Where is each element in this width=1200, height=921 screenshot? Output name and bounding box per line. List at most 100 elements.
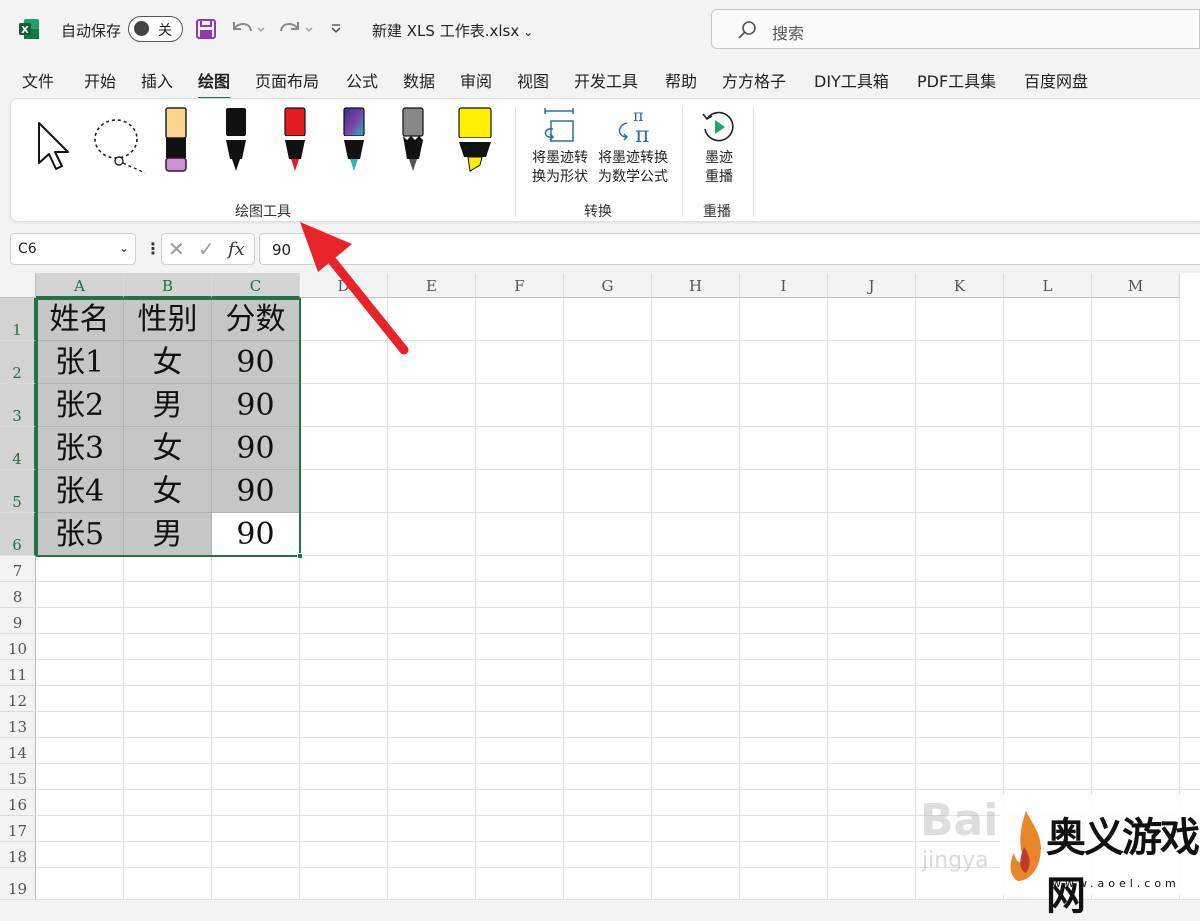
column-header[interactable]: B — [124, 273, 212, 298]
name-box[interactable]: C6 ⌄ — [10, 233, 136, 265]
row-header[interactable]: 12 — [0, 686, 36, 712]
data-cell[interactable]: 张3 — [36, 427, 124, 470]
column-header[interactable]: L — [1004, 273, 1092, 298]
row-header[interactable]: 17 — [0, 816, 36, 842]
grid-line — [36, 789, 1200, 790]
tab-data[interactable]: 数据 — [403, 68, 435, 92]
row-header[interactable]: 18 — [0, 842, 36, 868]
tab-home[interactable]: 开始 — [84, 68, 116, 92]
row-header[interactable]: 13 — [0, 712, 36, 738]
more-options-icon[interactable]: ⋮ — [145, 239, 161, 258]
fill-handle[interactable] — [297, 553, 303, 559]
data-cell[interactable]: 90 — [212, 470, 300, 513]
insert-function-icon[interactable]: fx — [228, 239, 245, 260]
row-header[interactable]: 9 — [0, 608, 36, 634]
eraser-icon[interactable] — [161, 107, 191, 175]
ribbon-tabs: 文件 开始 插入 绘图 页面布局 公式 数据 审阅 视图 开发工具 帮助 方方格… — [0, 60, 1200, 100]
column-header[interactable]: D — [300, 273, 388, 298]
tab-baidu-netdisk[interactable]: 百度网盘 — [1024, 68, 1088, 92]
row-header[interactable]: 5 — [0, 470, 36, 513]
grid-line — [915, 298, 916, 900]
cancel-icon[interactable]: ✕ — [168, 237, 185, 261]
row-header[interactable]: 6 — [0, 513, 36, 556]
row-header[interactable]: 15 — [0, 764, 36, 790]
row-header[interactable]: 19 — [0, 868, 36, 900]
document-name: 新建 XLS 工作表.xlsx — [372, 22, 520, 40]
tab-diy-toolbox[interactable]: DIY工具箱 — [814, 68, 889, 92]
data-cell[interactable]: 张4 — [36, 470, 124, 513]
tab-file[interactable]: 文件 — [22, 68, 54, 92]
data-cell[interactable]: 女 — [124, 470, 212, 513]
column-header[interactable]: F — [476, 273, 564, 298]
header-cell[interactable]: 分数 — [212, 298, 300, 341]
document-title[interactable]: 新建 XLS 工作表.xlsx ⌄ — [372, 20, 533, 41]
column-header[interactable]: C — [212, 273, 300, 298]
data-cell[interactable]: 女 — [124, 427, 212, 470]
header-cell[interactable]: 姓名 — [36, 298, 124, 341]
row-header[interactable]: 10 — [0, 634, 36, 660]
save-button[interactable] — [194, 16, 218, 42]
column-header[interactable]: H — [652, 273, 740, 298]
row-header[interactable]: 7 — [0, 556, 36, 582]
grid-line — [36, 633, 1200, 634]
row-header[interactable]: 2 — [0, 341, 36, 384]
group-label-draw-tools: 绘图工具 — [235, 204, 291, 220]
column-header[interactable]: J — [828, 273, 916, 298]
row-header[interactable]: 8 — [0, 582, 36, 608]
ink-to-math-button[interactable]: π π 将墨迹转换 为数学公式 — [593, 107, 673, 187]
ink-to-shape-button[interactable]: 将墨迹转 换为形状 — [525, 107, 591, 187]
tab-page-layout[interactable]: 页面布局 — [255, 68, 319, 92]
tab-draw[interactable]: 绘图 — [198, 68, 231, 100]
tab-insert[interactable]: 插入 — [141, 68, 173, 92]
data-cell[interactable]: 张2 — [36, 384, 124, 427]
lasso-select-icon[interactable] — [91, 117, 149, 175]
autosave-toggle[interactable]: 关 — [128, 16, 183, 42]
data-cell[interactable]: 90 — [212, 427, 300, 470]
undo-button[interactable] — [228, 16, 268, 42]
row-header[interactable]: 1 — [0, 298, 36, 341]
select-all-corner[interactable] — [0, 273, 36, 298]
column-header[interactable]: G — [564, 273, 652, 298]
row-header[interactable]: 11 — [0, 660, 36, 686]
pencil-icon[interactable] — [397, 107, 429, 175]
tab-review[interactable]: 审阅 — [460, 68, 492, 92]
ink-to-shape-label-2: 换为形状 — [532, 169, 588, 185]
row-header[interactable]: 4 — [0, 427, 36, 470]
tab-view[interactable]: 视图 — [517, 68, 549, 92]
data-cell[interactable]: 女 — [124, 341, 212, 384]
data-cell[interactable]: 男 — [124, 384, 212, 427]
active-cell[interactable]: 90 — [212, 513, 300, 556]
data-cell[interactable]: 张1 — [36, 341, 124, 384]
ink-to-math-label-2: 为数学公式 — [598, 169, 668, 185]
header-cell[interactable]: 性别 — [124, 298, 212, 341]
search-box[interactable]: 搜索 — [711, 9, 1200, 49]
row-header[interactable]: 14 — [0, 738, 36, 764]
red-pen-icon[interactable] — [279, 107, 311, 175]
ink-replay-button[interactable]: 墨迹 重播 — [691, 107, 747, 187]
tab-formulas[interactable]: 公式 — [346, 68, 378, 92]
data-cell[interactable]: 张5 — [36, 513, 124, 556]
black-pen-icon[interactable] — [220, 107, 252, 175]
customize-qat-button[interactable] — [326, 16, 346, 42]
column-header[interactable]: E — [388, 273, 476, 298]
tab-fangfang[interactable]: 方方格子 — [722, 68, 786, 92]
data-cell[interactable]: 90 — [212, 384, 300, 427]
redo-button[interactable] — [276, 16, 316, 42]
column-header[interactable]: I — [740, 273, 828, 298]
select-objects-icon[interactable] — [35, 121, 75, 173]
column-header[interactable]: A — [36, 273, 124, 298]
enter-icon[interactable]: ✓ — [198, 237, 215, 261]
row-header[interactable]: 3 — [0, 384, 36, 427]
formula-input[interactable]: 90 — [259, 233, 1200, 265]
tab-help[interactable]: 帮助 — [665, 68, 697, 92]
galaxy-pen-icon[interactable] — [338, 107, 370, 175]
highlighter-icon[interactable] — [456, 107, 494, 175]
row-header[interactable]: 16 — [0, 790, 36, 816]
column-header[interactable]: K — [916, 273, 1004, 298]
column-header[interactable]: M — [1092, 273, 1180, 298]
tab-pdf-tools[interactable]: PDF工具集 — [917, 68, 996, 92]
chevron-down-icon[interactable]: ⌄ — [119, 241, 129, 255]
data-cell[interactable]: 男 — [124, 513, 212, 556]
tab-developer[interactable]: 开发工具 — [574, 68, 638, 92]
data-cell[interactable]: 90 — [212, 341, 300, 384]
